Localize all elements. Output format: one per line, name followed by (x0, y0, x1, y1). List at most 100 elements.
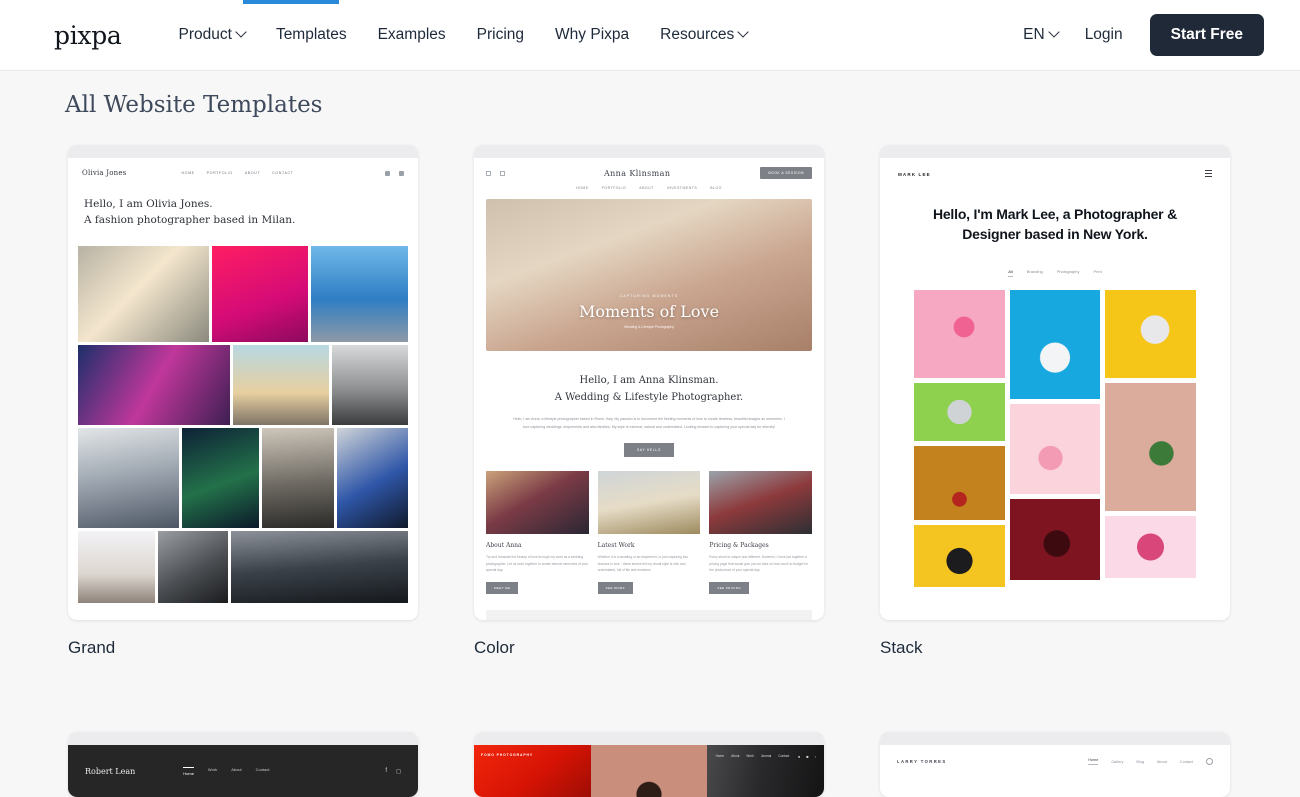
instagram-icon: ◻ (396, 768, 401, 775)
start-free-button[interactable]: Start Free (1149, 14, 1264, 56)
photo-tile (1009, 498, 1101, 580)
preview-nav-portfolio: PORTFOLIO (601, 186, 627, 190)
preview-nav-contact: Contact (255, 766, 270, 772)
template-card-color[interactable]: Anna Klinsman BOOK A SESSION HOME PORTFO… (474, 145, 824, 658)
photo-tile (486, 471, 589, 535)
preview-nav-investments: INVESTMENTS (666, 186, 698, 190)
template-thumbnail-color[interactable]: Anna Klinsman BOOK A SESSION HOME PORTFO… (474, 145, 824, 620)
photo-column (1105, 289, 1197, 587)
template-name-color[interactable]: Color (474, 638, 824, 658)
photo-column (1009, 289, 1101, 587)
nav-item-examples[interactable]: Examples (378, 26, 446, 44)
login-link[interactable]: Login (1085, 26, 1123, 44)
grid-row-spacer (68, 658, 1230, 732)
photo-tile (78, 530, 155, 603)
template-thumbnail-stack[interactable]: MARK LEE Hello, I'm Mark Lee, a Photogra… (880, 145, 1230, 620)
preview-social-icons-robert: f ◻ (385, 768, 401, 775)
template-thumbnail-grand[interactable]: Olivia Jones HOME PORTFOLIO ABOUT CONTAC… (68, 145, 418, 620)
template-card-grand[interactable]: Olivia Jones HOME PORTFOLIO ABOUT CONTAC… (68, 145, 418, 658)
preview-column: About Anna Try and translate the beauty … (486, 471, 589, 594)
cart-icon: ■ (806, 754, 809, 759)
browser-chrome-bar (68, 145, 418, 158)
hamburger-menu-icon (1205, 170, 1212, 179)
preview-about-heading: Hello, I am Anna Klinsman. A Wedding & L… (510, 373, 788, 406)
photo-row (78, 427, 408, 528)
preview-logo-stack: MARK LEE (898, 172, 931, 177)
nav-item-product[interactable]: Product (178, 26, 247, 44)
preview-column-body: Whether it is a wedding or an elopement,… (597, 555, 689, 573)
browser-chrome-bar (880, 732, 1230, 745)
preview-headline-stack: Hello, I'm Mark Lee, a Photographer & De… (932, 206, 1178, 243)
template-card-robert[interactable]: Robert Lean Home Work About Contact f ◻ (68, 732, 418, 797)
preview-filter-photography: Photography (1056, 268, 1080, 274)
preview-logo-robert: Robert Lean (85, 766, 136, 776)
photo-tile (311, 245, 408, 342)
photo-tile (331, 344, 408, 425)
preview-icons-fomo: ● ■ ‹ (798, 754, 816, 759)
preview-column: Pricing & Packages Every shoot is unique… (709, 471, 813, 594)
preview-nav-stack: MARK LEE (880, 158, 1230, 179)
photo-tile (914, 289, 1005, 378)
nav-item-templates[interactable]: Templates (276, 26, 347, 44)
preview-column-title: About Anna (486, 542, 522, 550)
template-thumbnail-robert[interactable]: Robert Lean Home Work About Contact f ◻ (68, 732, 418, 797)
preview-say-hello-button: SAY HELLO (624, 443, 674, 458)
preview-nav-color: Anna Klinsman BOOK A SESSION (474, 158, 824, 179)
preview-nav-links-grand: HOME PORTFOLIO ABOUT CONTACT (181, 171, 293, 175)
language-switcher[interactable]: EN (1023, 26, 1060, 44)
nav-item-why-pixpa[interactable]: Why Pixpa (555, 26, 629, 44)
preview-nav-journal: Journal (760, 754, 772, 758)
browser-chrome-bar (68, 732, 418, 745)
photo-tile (211, 245, 309, 342)
template-thumbnail-larry[interactable]: LARRY TORRES Home Gallery Blog About Con… (880, 732, 1230, 797)
nav-item-pricing[interactable]: Pricing (477, 26, 524, 44)
template-thumbnail-fomo[interactable]: FOMO PHOTOGRAPHY Home About Work Journal… (474, 732, 824, 797)
nav-item-resources[interactable]: Resources (660, 26, 749, 44)
preview-headline-line1: Hello, I am Olivia Jones. (84, 198, 213, 210)
preview-footer-color (486, 609, 812, 620)
preview-column-button: SEE PRICING (709, 581, 750, 594)
preview-nav-home: HOME (181, 171, 195, 175)
photo-tile (336, 427, 408, 528)
photo-tile (1105, 382, 1197, 511)
template-card-fomo[interactable]: FOMO PHOTOGRAPHY Home About Work Journal… (474, 732, 824, 797)
preview-nav-about: About (231, 766, 242, 772)
preview-red-panel: FOMO PHOTOGRAPHY (474, 745, 592, 797)
site-header: pixpa Product Templates Examples Pricing… (0, 0, 1300, 71)
preview-nav-robert: Robert Lean Home Work About Contact f ◻ (68, 745, 418, 797)
preview-nav-home: Home (1088, 758, 1099, 765)
preview-filters-stack: All Branding Photography Print (880, 269, 1230, 277)
photo-tile (914, 445, 1005, 520)
preview-photo-grid-grand (78, 245, 408, 603)
scroll-progress-bar (243, 0, 339, 4)
preview-nav-contact: CONTACT (272, 171, 294, 175)
nav-item-product-label: Product (178, 26, 232, 43)
pixpa-logo[interactable]: pixpa (54, 23, 122, 48)
template-name-stack[interactable]: Stack (880, 638, 1230, 658)
preview-hero-subtitle: Wedding & Lifestyle Photography (623, 325, 675, 329)
photo-row (78, 530, 408, 603)
preview-hero-color: CAPTURING MOMENTS Moments of Love Weddin… (486, 199, 812, 351)
browser-chrome-bar (474, 145, 824, 158)
preview-nav-work: Work (746, 754, 754, 758)
facebook-icon: f (385, 767, 388, 774)
photo-column (914, 289, 1005, 587)
chevron-down-icon (235, 26, 247, 38)
preview-about-line2: A Wedding & Lifestyle Photographer. (554, 391, 744, 403)
photo-tile (78, 427, 179, 528)
preview-filter-all: All (1008, 269, 1013, 277)
photo-tile (1105, 515, 1197, 578)
preview-filter-print: Print (1093, 268, 1102, 274)
chevron-down-icon (1048, 26, 1060, 38)
share-icon (500, 170, 505, 176)
template-card-stack[interactable]: MARK LEE Hello, I'm Mark Lee, a Photogra… (880, 145, 1230, 658)
photo-tile (157, 530, 229, 603)
photo-tile (1009, 403, 1101, 494)
preview-column-button: MEET ME (486, 581, 519, 594)
template-grid: Olivia Jones HOME PORTFOLIO ABOUT CONTAC… (0, 118, 1300, 797)
template-card-larry[interactable]: LARRY TORRES Home Gallery Blog About Con… (880, 732, 1230, 797)
photo-tile (181, 427, 260, 528)
preview-nav-about: About (1156, 759, 1167, 764)
template-name-grand[interactable]: Grand (68, 638, 418, 658)
preview-filter-branding: Branding (1026, 268, 1043, 274)
